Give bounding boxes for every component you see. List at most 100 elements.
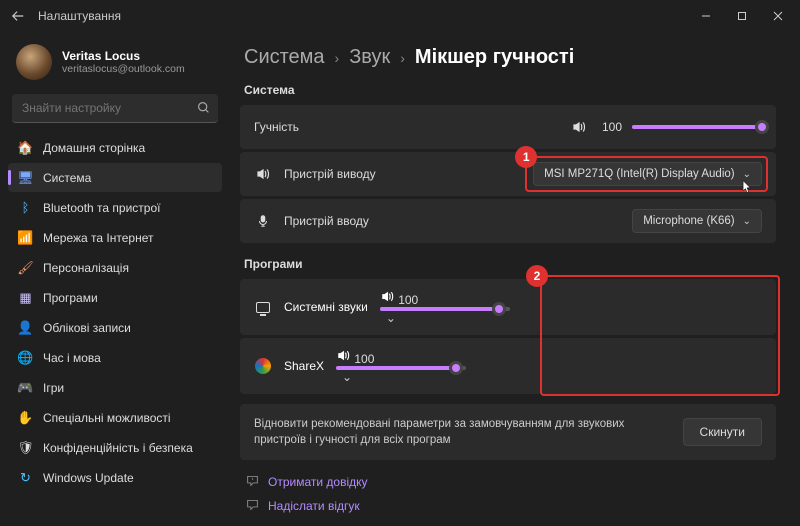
speaker-icon[interactable] [570,119,588,135]
app-volume-value: 100 [398,293,418,307]
search-icon [197,101,210,117]
volume-label: Гучність [254,120,299,134]
nav-icon: 🛡 [18,440,33,455]
speaker-icon[interactable] [380,293,398,307]
minimize-button[interactable] [688,2,724,30]
avatar [16,44,52,80]
section-system-title: Система [244,83,776,97]
sidebar-item[interactable]: ↻ Windows Update [8,463,222,492]
app-volume-row: Системні звуки 100 ⌄ [240,279,776,335]
chevron-down-icon: ⌄ [743,169,751,180]
search-input[interactable] [12,94,218,123]
input-label: Пристрій вводу [284,214,369,228]
window-title: Налаштування [38,9,121,23]
nav-icon: 🎮 [18,380,33,395]
nav: 🏠 Домашня сторінка 🖥 Система ᛒ Bluetooth та п… [8,133,222,492]
profile[interactable]: Veritas Locus veritaslocus@outlook.com [8,38,222,94]
chevron-right-icon: › [335,50,340,66]
close-button[interactable] [760,2,796,30]
nav-label: Час і мова [43,351,101,365]
nav-icon: ✋ [18,410,33,425]
titlebar: Налаштування [0,0,800,32]
volume-slider[interactable] [632,125,762,129]
speaker-icon [254,166,272,182]
input-device-row: Пристрій вводу Microphone (K66) ⌄ [240,199,776,243]
nav-icon: ▦ [18,290,33,305]
nav-icon: 🖥 [18,170,33,185]
main-content: Система › Звук › Мікшер гучності Система… [230,32,800,526]
input-device-dropdown[interactable]: Microphone (K66) ⌄ [632,209,762,233]
reset-text: Відновити рекомендовані параметри за зам… [254,416,667,448]
sidebar-item[interactable]: 🎮 Ігри [8,373,222,402]
nav-icon: 🌐 [18,350,33,365]
page-title: Мікшер гучності [415,46,574,69]
sidebar-item[interactable]: 🖥 Система [8,163,222,192]
sidebar: Veritas Locus veritaslocus@outlook.com 🏠… [0,32,230,526]
nav-label: Спеціальні можливості [43,411,171,425]
nav-label: Облікові записи [43,321,131,335]
breadcrumb-sound[interactable]: Звук [349,46,390,69]
app-volume-value: 100 [354,352,374,366]
sidebar-item[interactable]: 🏠 Домашня сторінка [8,133,222,162]
nav-label: Windows Update [43,471,134,485]
microphone-icon [254,214,272,228]
nav-label: Bluetooth та пристрої [43,201,160,215]
sidebar-item[interactable]: ▦ Програми [8,283,222,312]
volume-row: Гучність 100 [240,105,776,149]
search-box[interactable] [12,94,218,123]
nav-label: Ігри [43,381,64,395]
maximize-button[interactable] [724,2,760,30]
section-apps-title: Програми [244,257,776,271]
help-icon [246,474,260,490]
chevron-down-icon[interactable]: ⌄ [342,370,352,384]
breadcrumb-system[interactable]: Система [244,46,325,69]
nav-label: Програми [43,291,98,305]
apps-list: 2 Системні звуки 100 ⌄ ShareX 100 ⌄ [240,279,776,394]
sharex-icon [255,358,271,374]
app-name: Системні звуки [284,300,368,314]
output-label: Пристрій виводу [284,167,376,181]
volume-value: 100 [598,120,622,134]
reset-card: Відновити рекомендовані параметри за зам… [240,404,776,460]
nav-label: Система [43,171,91,185]
output-device-value: MSI MP271Q (Intel(R) Display Audio) [544,168,734,180]
nav-icon: 🏠 [18,140,33,155]
nav-icon: ↻ [18,470,33,485]
sidebar-item[interactable]: ᛒ Bluetooth та пристрої [8,193,222,222]
output-device-dropdown[interactable]: MSI MP271Q (Intel(R) Display Audio) ⌄ [533,162,762,186]
help-links: Отримати довідку Надіслати відгук [240,474,776,514]
speaker-icon[interactable] [336,352,354,366]
nav-icon: 🖌 [18,260,33,275]
help-link[interactable]: Отримати довідку [246,474,776,490]
nav-label: Мережа та Інтернет [43,231,154,245]
chevron-down-icon: ⌄ [743,216,751,227]
feedback-link[interactable]: Надіслати відгук [246,498,776,514]
profile-email: veritaslocus@outlook.com [62,63,185,75]
app-volume-slider[interactable] [380,307,510,311]
nav-label: Конфіденційність і безпека [43,441,193,455]
reset-button[interactable]: Скинути [683,418,762,446]
input-device-value: Microphone (K66) [643,215,734,227]
breadcrumb: Система › Звук › Мікшер гучності [244,46,776,69]
sidebar-item[interactable]: 🛡 Конфіденційність і безпека [8,433,222,462]
nav-label: Персоналізація [43,261,129,275]
feedback-icon [246,498,260,514]
app-name: ShareX [284,359,324,373]
sidebar-item[interactable]: 🖌 Персоналізація [8,253,222,282]
nav-icon: ᛒ [18,200,33,215]
output-device-row: Пристрій виводу MSI MP271Q (Intel(R) Dis… [240,152,776,196]
app-volume-slider[interactable] [336,366,466,370]
chevron-down-icon[interactable]: ⌄ [386,311,396,325]
nav-icon: 📶 [18,230,33,245]
sidebar-item[interactable]: ✋ Спеціальні можливості [8,403,222,432]
app-volume-row: ShareX 100 ⌄ [240,338,776,394]
profile-name: Veritas Locus [62,49,185,63]
nav-icon: 👤 [18,320,33,335]
sidebar-item[interactable]: 👤 Облікові записи [8,313,222,342]
nav-label: Домашня сторінка [43,141,145,155]
monitor-icon [256,302,270,313]
back-button[interactable] [4,2,32,30]
sidebar-item[interactable]: 📶 Мережа та Інтернет [8,223,222,252]
chevron-right-icon: › [400,50,405,66]
sidebar-item[interactable]: 🌐 Час і мова [8,343,222,372]
